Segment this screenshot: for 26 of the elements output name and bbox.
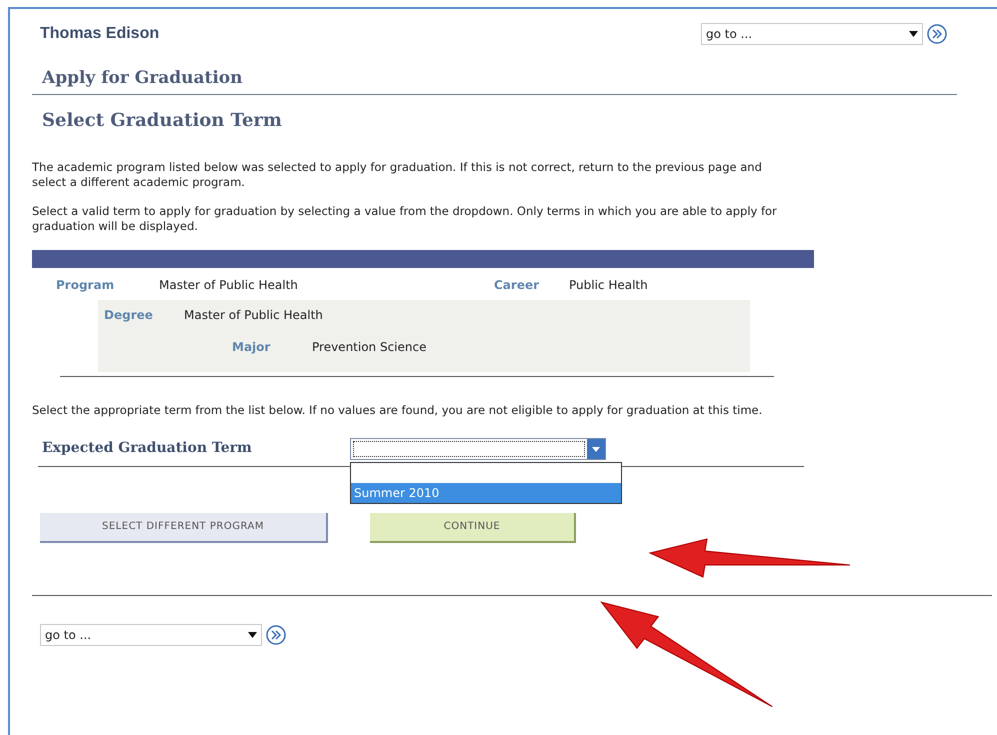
page-title: Apply for Graduation	[42, 68, 243, 88]
field-label: Expected Graduation Term	[41, 439, 253, 458]
field-value: Public Health	[569, 276, 648, 294]
field-label: Career	[494, 276, 540, 294]
goto-dropdown[interactable]: go to ...	[40, 624, 262, 646]
user-name: Thomas Edison	[40, 24, 160, 44]
term-dropdown[interactable]	[350, 438, 606, 460]
instruction-text: Select the appropriate term from the list below. If no values are found, you are not eligible to apply for graduation at this time.	[32, 402, 764, 418]
field-value: Prevention Science	[312, 338, 426, 356]
field-label: Degree	[104, 306, 154, 324]
instruction-text: Select a valid term to apply for graduation by selecting a value from the dropdown. Only terms in which you are able to apply for graduation will be displayed.	[32, 204, 777, 234]
caret-icon	[909, 31, 918, 37]
caret-icon	[248, 632, 257, 638]
field-value: Master of Public Health	[184, 306, 323, 324]
field-value: Master of Public Health	[159, 276, 299, 294]
dropdown-option[interactable]: Summer 2010	[351, 482, 621, 502]
field-label: Program	[56, 276, 116, 294]
section-title: Select Graduation Term	[42, 110, 282, 130]
go-icon[interactable]	[927, 24, 947, 44]
caret-icon	[587, 438, 605, 458]
select-program-button[interactable]: SELECT DIFFERENT PROGRAM	[40, 512, 328, 542]
continue-button[interactable]: CONTINUE	[370, 512, 576, 542]
goto-dropdown[interactable]: go to ...	[701, 23, 923, 45]
instruction-text: The academic program listed below was selected to apply for graduation. If this is not correct, return to the previous page and select a different academic program.	[32, 160, 763, 190]
go-icon[interactable]	[266, 624, 286, 644]
field-label: Major	[232, 338, 272, 356]
